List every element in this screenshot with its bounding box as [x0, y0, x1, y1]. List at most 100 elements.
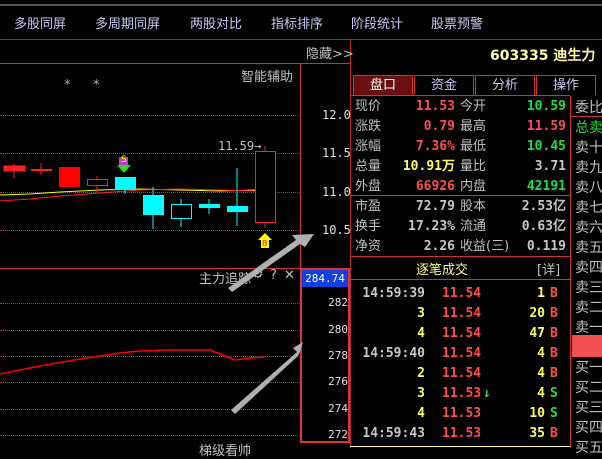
quote-value: 0.79 [423, 119, 455, 134]
quote-value: 17.23% [408, 219, 455, 234]
quote-label: 量比 [460, 159, 487, 174]
trade-time: 3 [417, 306, 425, 321]
quote-label: 内盘 [460, 179, 487, 194]
quote-value: 11.53 [415, 99, 455, 114]
quote-value: 2.53亿 [521, 199, 566, 214]
trade-price: 11.53 [442, 406, 482, 421]
quote-label: 股本 [460, 199, 487, 214]
ask-level-label: 卖一 [575, 320, 602, 336]
ask-level-label: 卖九 [575, 160, 602, 176]
quote-value: 66926 [415, 179, 455, 194]
trade-side: B [550, 306, 558, 321]
quote-value: 7.36% [415, 139, 455, 154]
quote-value: 3.71 [534, 159, 566, 174]
trade-volume: 4 [537, 346, 545, 361]
trade-side: B [550, 426, 558, 441]
trades-title: 逐笔成交 [416, 263, 469, 278]
arrow-icon [228, 234, 314, 292]
total-sell-label: 总卖 [575, 120, 602, 136]
quote-value: 42191 [526, 179, 566, 194]
trade-price: 11.53 [442, 386, 482, 401]
quote-value: 10.45 [526, 139, 566, 154]
quote-value: 72.79 [415, 199, 455, 214]
quote-label: 净资 [355, 239, 382, 254]
trade-side: B [550, 346, 558, 361]
tab-funds[interactable]: 资金 [414, 75, 474, 95]
trade-time: 14:59:43 [362, 426, 425, 441]
quote-label: 换手 [355, 219, 382, 234]
annotation-arrows [228, 234, 314, 414]
quote-value: 0.119 [526, 239, 566, 254]
trades-detail-link[interactable]: [详] [537, 259, 560, 278]
trade-side: S [550, 406, 558, 421]
trade-volume: 20 [529, 306, 545, 321]
tab-quote[interactable]: 盘口 [353, 75, 413, 95]
quote-value: 2.26 [423, 239, 455, 254]
order-ratio-label: 委比 [575, 100, 602, 116]
bid-level-label: 买三 [575, 400, 602, 416]
bid-level-label: 买四 [575, 420, 602, 436]
trade-volume: 35 [529, 426, 545, 441]
tab-analysis[interactable]: 分析 [475, 75, 535, 95]
trade-side: B [550, 326, 558, 341]
stock-name: 迪生力 [553, 48, 596, 64]
trade-side: B [550, 366, 558, 381]
trade-price: 11.54 [442, 366, 482, 381]
trade-price: 11.54 [442, 346, 482, 361]
stock-code: 603335 [490, 48, 549, 64]
bid-level-label: 买一 [575, 360, 602, 376]
trade-price: 11.53 [442, 426, 482, 441]
trade-time: 14:59:39 [362, 286, 425, 301]
ask-level-label: 卖三 [575, 280, 602, 296]
ask-level-label: 卖四 [575, 260, 602, 276]
ask-level-label: 卖十 [575, 140, 602, 156]
ask-level-label: 卖二 [575, 300, 602, 316]
arrow-icon [231, 342, 303, 414]
spread-bar [572, 335, 602, 357]
tab-operate[interactable]: 操作 [536, 75, 596, 95]
trade-volume: 47 [529, 326, 545, 341]
stock-code-name: 603335 迪生力 [490, 45, 595, 65]
ask-level-label: 卖七 [575, 200, 602, 216]
trade-volume: 4 [537, 366, 545, 381]
trade-side: S [550, 386, 558, 401]
trade-time: 3 [417, 386, 425, 401]
menu-stage-stats[interactable]: 阶段统计 [351, 13, 403, 32]
quote-value: 10.91万 [402, 159, 455, 174]
ask-level-label: 卖八 [575, 180, 602, 196]
divider [570, 96, 571, 448]
divider [350, 279, 570, 280]
quote-label: 最高 [460, 119, 487, 134]
trade-price: 11.54 [442, 306, 482, 321]
trade-time: 14:59:40 [362, 346, 425, 361]
ask-level-label: 卖五 [575, 240, 602, 256]
quote-label: 市盈 [355, 199, 382, 214]
trade-time: 4 [417, 326, 425, 341]
quote-label: 总量 [355, 159, 382, 174]
divider [350, 256, 570, 257]
quote-label: 收益(三) [460, 239, 510, 254]
trade-volume: 1 [537, 286, 545, 301]
quote-label: 最低 [460, 139, 487, 154]
quote-label: 现价 [355, 99, 382, 114]
quote-value: 0.63亿 [521, 219, 566, 234]
trade-volume: 10 [529, 406, 545, 421]
quote-value: 10.59 [526, 99, 566, 114]
quote-label: 涨幅 [355, 139, 382, 154]
quote-label: 流通 [460, 219, 487, 234]
ask-level-label: 卖六 [575, 220, 602, 236]
trade-volume: 4 [537, 386, 545, 401]
trade-time: 4 [417, 406, 425, 421]
quote-label: 今开 [460, 99, 487, 114]
trade-price: 11.54 [442, 326, 482, 341]
trade-price: 11.54 [442, 286, 482, 301]
quote-label: 外盘 [355, 179, 382, 194]
bid-level-label: 买五 [575, 440, 602, 456]
trade-time: 2 [417, 366, 425, 381]
quote-label: 涨跌 [355, 119, 382, 134]
divider [350, 446, 570, 447]
divider [350, 40, 351, 448]
trade-side: B [550, 286, 558, 301]
menu-alert[interactable]: 股票预警 [431, 13, 483, 32]
divider [350, 195, 570, 196]
